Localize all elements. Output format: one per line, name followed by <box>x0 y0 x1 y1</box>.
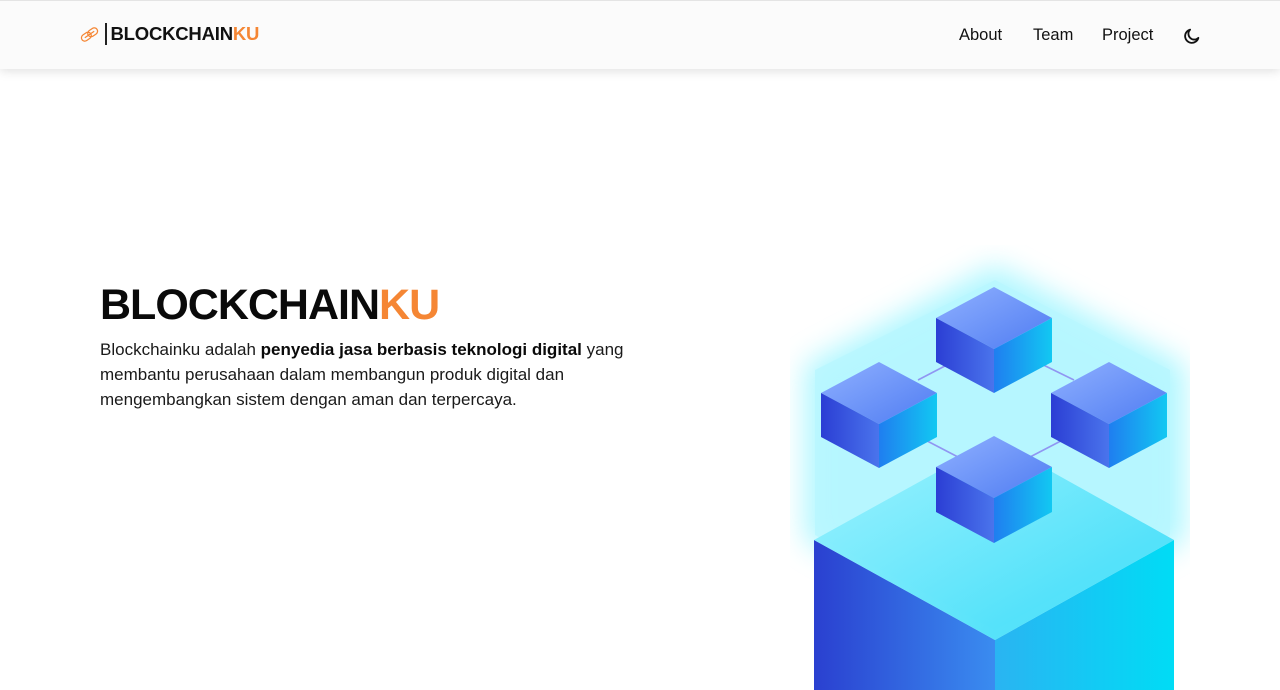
nav-team[interactable]: Team <box>1033 26 1073 45</box>
brand-separator <box>105 23 107 45</box>
brand-name: BLOCKCHAINKU <box>111 23 260 45</box>
hero-description-intro: Blockchainku adalah <box>100 340 261 359</box>
blockchain-cubes-illustration <box>805 265 1185 690</box>
hero-title-main: BLOCKCHAIN <box>100 281 380 329</box>
brand-link[interactable]: BLOCKCHAINKU <box>78 22 259 46</box>
brand-name-main: BLOCKCHAIN <box>110 23 234 44</box>
hero-title-accent: KU <box>379 281 440 329</box>
hero-description: Blockchainku adalah penyedia jasa berbas… <box>100 337 630 412</box>
brand-name-accent: KU <box>232 23 260 44</box>
hero-description-highlight: penyedia jasa berbasis teknologi digital <box>260 340 582 359</box>
nav-about[interactable]: About <box>959 26 1002 45</box>
navbar: BLOCKCHAINKU About Team Project <box>0 0 1280 69</box>
nav-project[interactable]: Project <box>1102 26 1153 45</box>
theme-toggle-button[interactable] <box>1183 27 1201 45</box>
hero-title: BLOCKCHAINKU <box>100 281 440 329</box>
moon-icon <box>1184 28 1200 44</box>
chain-link-icon <box>80 26 99 42</box>
